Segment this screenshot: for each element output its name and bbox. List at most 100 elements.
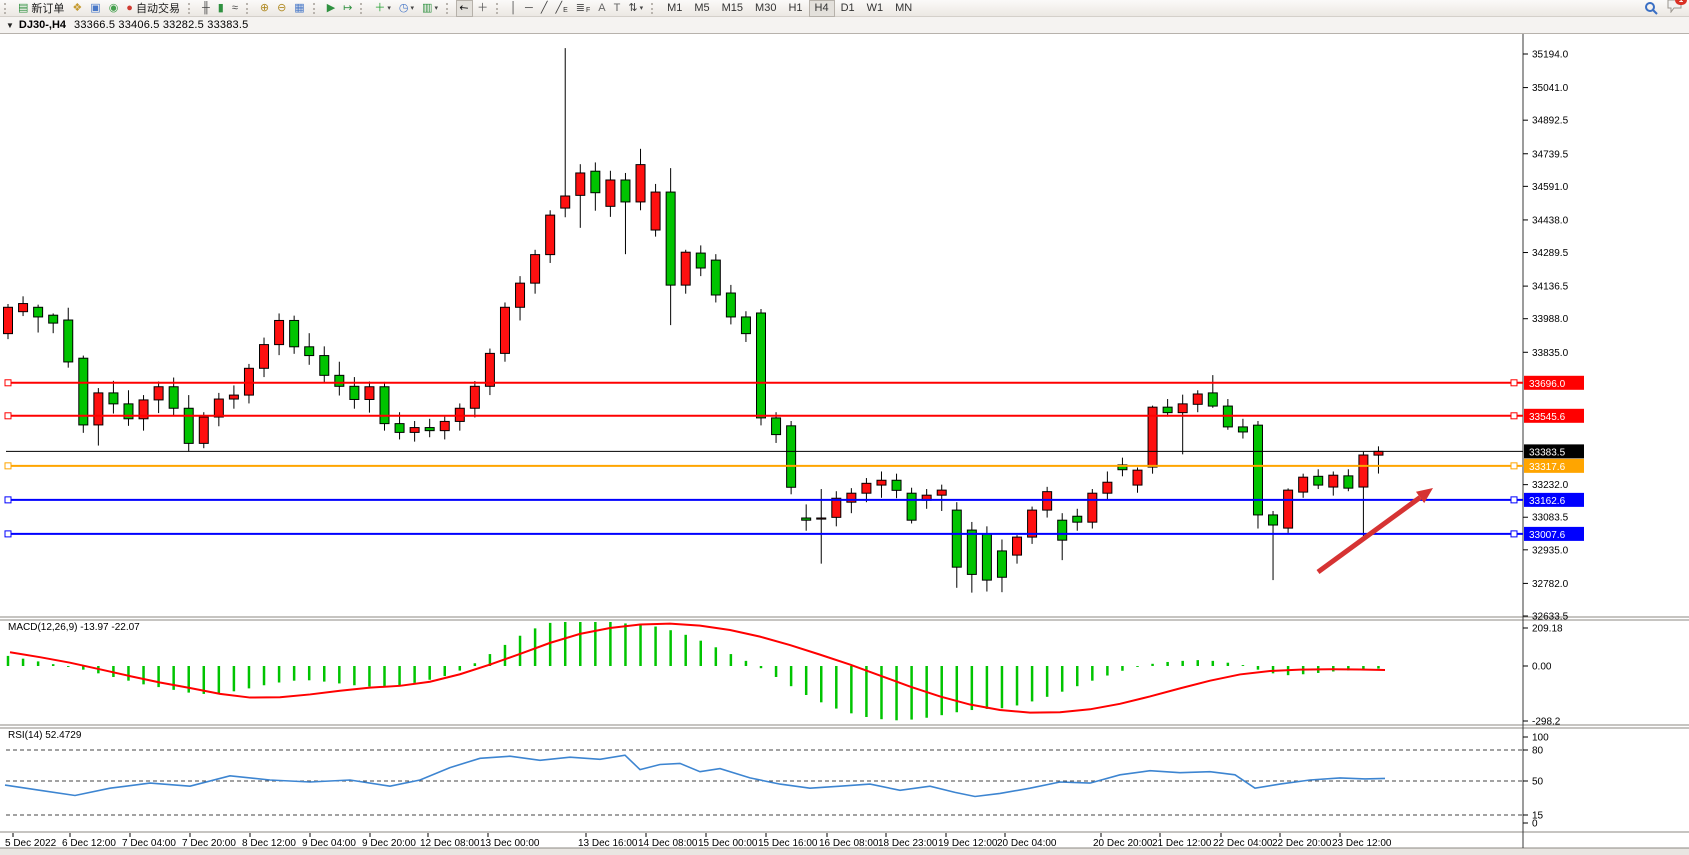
chart-shift-icon: ↦ xyxy=(343,3,352,14)
price-line-badge-text: 33383.5 xyxy=(1529,447,1566,458)
cursor-button[interactable]: ↖ xyxy=(456,0,473,17)
line-handle[interactable] xyxy=(5,380,11,386)
time-axis-label: 14 Dec 08:00 xyxy=(638,838,698,849)
chevron-down-icon: ▾ xyxy=(434,4,438,12)
macd-scale-label: -298.2 xyxy=(1532,717,1561,728)
price-tick-label: 34289.5 xyxy=(1532,248,1569,259)
chart-canvas[interactable]: 33696.033545.633383.533317.633162.633007… xyxy=(0,0,1689,855)
search-icon[interactable] xyxy=(1644,1,1659,16)
line-handle[interactable] xyxy=(5,497,11,503)
line-handle[interactable] xyxy=(5,531,11,537)
timeframe-m1-button[interactable]: M1 xyxy=(661,0,688,17)
trendline-button[interactable]: ╱ xyxy=(537,0,552,17)
rsi-scale-label: 80 xyxy=(1532,746,1544,757)
time-axis-label: 7 Dec 04:00 xyxy=(122,838,176,849)
line-handle[interactable] xyxy=(1511,463,1517,469)
candlestick-chart-button[interactable]: ▮ xyxy=(214,0,228,17)
price-tick-label: 32782.0 xyxy=(1532,579,1569,590)
time-axis-label: 15 Dec 16:00 xyxy=(758,838,818,849)
price-tick-label: 33988.0 xyxy=(1532,314,1569,325)
time-axis-label: 5 Dec 2022 xyxy=(5,838,57,849)
price-tick-label: 33835.0 xyxy=(1532,348,1569,359)
timeframe-w1-button[interactable]: W1 xyxy=(861,0,890,17)
notifications-button[interactable]: 1 xyxy=(1667,0,1683,18)
chart-shift-button[interactable]: ↦ xyxy=(339,0,356,17)
fibonacci-button[interactable]: ≣F xyxy=(572,0,595,17)
crosshair-button[interactable]: ＋ xyxy=(473,0,492,17)
crosshair-icon: ＋ xyxy=(477,3,488,14)
line-handle[interactable] xyxy=(1511,380,1517,386)
rsi-scale-label: 50 xyxy=(1532,777,1544,788)
new-order-button[interactable]: ▤新订单 xyxy=(14,0,68,17)
macd-scale-label: 0.00 xyxy=(1532,662,1552,673)
charts-button[interactable]: ❖ xyxy=(68,0,86,17)
zoom-in-button[interactable]: ⊕ xyxy=(256,0,273,17)
timeframe-m5-button[interactable]: M5 xyxy=(688,0,715,17)
templates-button[interactable]: ▥▾ xyxy=(418,0,442,17)
text-button[interactable]: A xyxy=(594,0,609,17)
line-chart-button[interactable]: ≈ xyxy=(228,0,242,17)
clock-icon: ◷ xyxy=(399,3,409,14)
timeframe-d1-button[interactable]: D1 xyxy=(835,0,861,17)
indicators-button[interactable]: ＋▾ xyxy=(370,0,395,17)
mt4-window: ▤新订单❖▣◉●自动交易╫▮≈⊕⊖▦▶↦＋▾◷▾▥▾↖＋│─╱╱E≣FAT⇅▾M… xyxy=(0,0,1689,855)
timeframe-h4-button[interactable]: H4 xyxy=(809,0,835,17)
chart-title-bar: ▼ DJ30-,H4 33366.5 33406.5 33282.5 33383… xyxy=(0,17,1689,34)
tile-windows-button[interactable]: ▦ xyxy=(290,0,308,17)
price-tick-label: 34136.5 xyxy=(1532,282,1569,293)
notification-count-badge: 1 xyxy=(1675,0,1687,5)
trendline-icon: ╱ xyxy=(541,3,548,14)
fibonacci-icon-sub: F xyxy=(586,7,590,14)
time-axis-label: 21 Dec 12:00 xyxy=(1152,838,1212,849)
time-axis-label: 15 Dec 00:00 xyxy=(698,838,758,849)
sounds-button[interactable]: ◉ xyxy=(105,0,123,17)
collapse-arrow-icon[interactable]: ▼ xyxy=(6,21,14,30)
line-handle[interactable] xyxy=(1511,413,1517,419)
timeframe-m15-button[interactable]: M15 xyxy=(716,0,749,17)
line-handle[interactable] xyxy=(5,463,11,469)
rsi-scale-label: 0 xyxy=(1532,819,1538,830)
price-line-badge-text: 33007.6 xyxy=(1529,530,1566,541)
autotrading-button[interactable]: ●自动交易 xyxy=(122,0,184,17)
timeframe-h1-button[interactable]: H1 xyxy=(782,0,808,17)
chevron-down-icon: ▾ xyxy=(411,4,415,12)
timeframe-m30-button[interactable]: M30 xyxy=(749,0,782,17)
bar-chart-button[interactable]: ╫ xyxy=(198,0,214,17)
ohlc-values: 33366.5 33406.5 33282.5 33383.5 xyxy=(74,19,248,31)
bar-chart-icon: ╫ xyxy=(202,3,210,14)
chevron-down-icon: ▾ xyxy=(387,4,391,12)
time-axis-label: 16 Dec 08:00 xyxy=(819,838,879,849)
auto-scroll-button[interactable]: ▶ xyxy=(323,0,339,17)
rsi-indicator-label: RSI(14) 52.4729 xyxy=(8,730,81,741)
line-handle[interactable] xyxy=(5,413,11,419)
time-axis-label: 19 Dec 12:00 xyxy=(938,838,998,849)
autotrading-icon: ● xyxy=(126,3,133,14)
tile-windows-icon: ▦ xyxy=(294,3,304,14)
charts-icon: ❖ xyxy=(72,3,82,14)
zoom-out-button[interactable]: ⊖ xyxy=(273,0,290,17)
toolbar-grip xyxy=(446,3,453,14)
price-line-badge-text: 33545.6 xyxy=(1529,412,1566,423)
chart-background xyxy=(0,17,1689,848)
line-handle[interactable] xyxy=(1511,497,1517,503)
line-handle[interactable] xyxy=(1511,531,1517,537)
equidistant-channel-button[interactable]: ╱E xyxy=(551,0,571,17)
toolbar-grip xyxy=(313,3,320,14)
price-tick-label: 34892.5 xyxy=(1532,116,1569,127)
toolbar-grip xyxy=(246,3,253,14)
time-axis-label: 9 Dec 04:00 xyxy=(302,838,356,849)
toolbar-grip xyxy=(188,3,195,14)
price-tick-label: 35194.0 xyxy=(1532,50,1569,61)
market-watch-button[interactable]: ▣ xyxy=(86,0,104,17)
timeframe-mn-button[interactable]: MN xyxy=(889,0,918,17)
time-axis-label: 13 Dec 00:00 xyxy=(480,838,540,849)
arrows-button[interactable]: ⇅▾ xyxy=(624,0,647,17)
new-order-button-label: 新订单 xyxy=(31,0,64,16)
periods-button[interactable]: ◷▾ xyxy=(395,0,418,17)
text-label-button[interactable]: T xyxy=(610,0,625,17)
vertical-line-button[interactable]: │ xyxy=(506,0,521,17)
price-tick-label: 33083.5 xyxy=(1532,513,1569,524)
indicators-icon: ＋ xyxy=(374,3,385,14)
time-axis-label: 22 Dec 20:00 xyxy=(1272,838,1332,849)
horizontal-line-button[interactable]: ─ xyxy=(521,0,537,17)
